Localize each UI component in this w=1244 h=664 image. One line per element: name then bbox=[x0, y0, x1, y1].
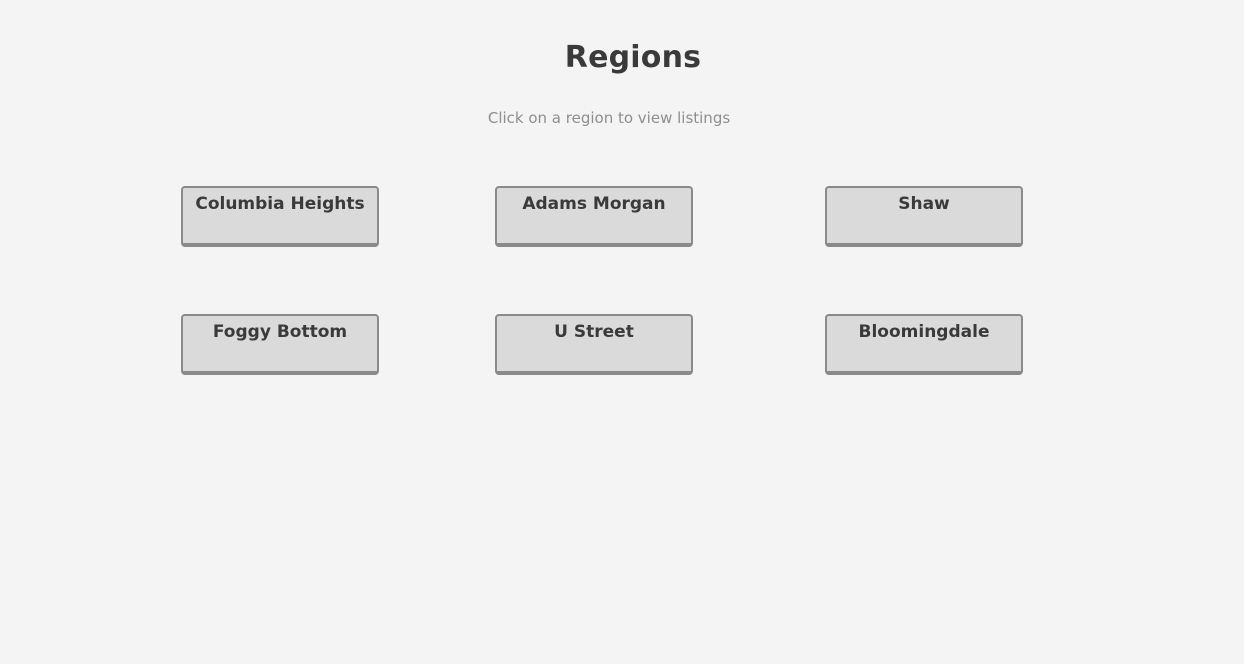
region-button-foggy-bottom[interactable]: Foggy Bottom bbox=[181, 314, 379, 375]
page-title: Regions bbox=[564, 40, 702, 75]
region-button-adams-morgan[interactable]: Adams Morgan bbox=[495, 186, 693, 247]
region-button-u-street[interactable]: U Street bbox=[495, 314, 693, 375]
page-subtitle: Click on a region to view listings bbox=[487, 109, 731, 127]
region-button-shaw[interactable]: Shaw bbox=[825, 186, 1023, 247]
region-button-columbia-heights[interactable]: Columbia Heights bbox=[181, 186, 379, 247]
region-button-bloomingdale[interactable]: Bloomingdale bbox=[825, 314, 1023, 375]
